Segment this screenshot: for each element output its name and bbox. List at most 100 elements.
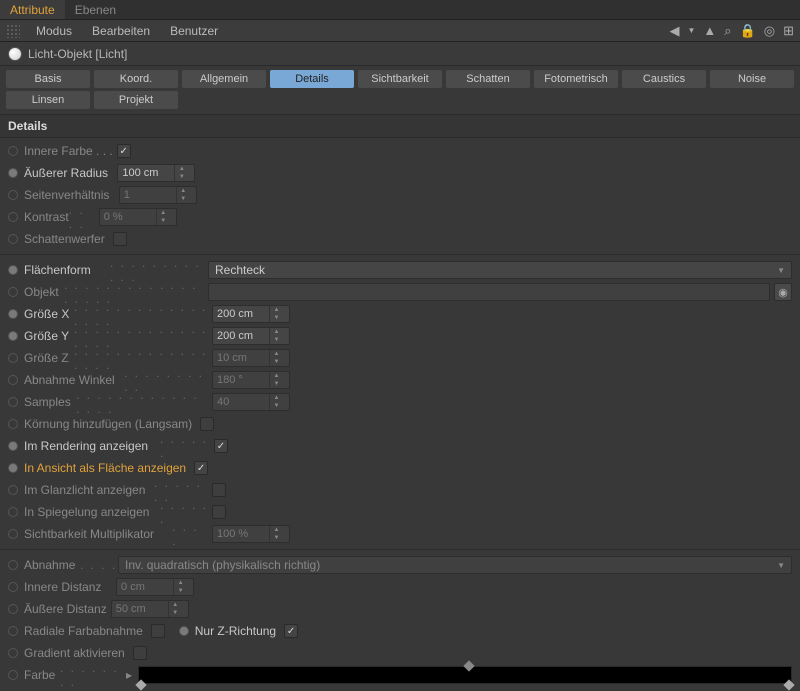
- input-grosse-y[interactable]: [213, 330, 269, 342]
- subtab-sichtbarkeit[interactable]: Sichtbarkeit: [358, 70, 442, 88]
- gradient-bar[interactable]: [138, 666, 792, 684]
- anim-bullet[interactable]: [8, 234, 18, 244]
- spinner-icon: ▲▼: [176, 187, 190, 203]
- anim-bullet[interactable]: [8, 146, 18, 156]
- subtab-koord[interactable]: Koord.: [94, 70, 178, 88]
- anim-bullet[interactable]: [8, 375, 18, 385]
- sub-tabs: Basis Koord. Allgemein Details Sichtbark…: [0, 66, 800, 114]
- anim-bullet[interactable]: [8, 212, 18, 222]
- subtab-linsen[interactable]: Linsen: [6, 91, 90, 109]
- menu-modus[interactable]: Modus: [26, 24, 82, 38]
- dropdown-abnahme-value: Inv. quadratisch (physikalisch richtig): [125, 558, 320, 572]
- anim-bullet[interactable]: [8, 265, 18, 275]
- label-schattenwerfer: Schattenwerfer: [24, 232, 105, 246]
- field-abnahme-winkel: ▲▼: [212, 371, 290, 389]
- subtab-allgemein[interactable]: Allgemein: [182, 70, 266, 88]
- back-icon[interactable]: ◀: [669, 23, 679, 39]
- anim-bullet[interactable]: [8, 626, 18, 636]
- anim-bullet[interactable]: [8, 287, 18, 297]
- checkbox-in-ansicht[interactable]: ✓: [194, 461, 208, 475]
- anim-bullet[interactable]: [8, 529, 18, 539]
- menu-bearbeiten[interactable]: Bearbeiten: [82, 24, 160, 38]
- spinner-icon[interactable]: ▲▼: [269, 306, 283, 322]
- input-innere-distanz: [117, 581, 173, 593]
- label-grosse-y: Größe Y: [24, 329, 74, 343]
- anim-bullet[interactable]: [8, 507, 18, 517]
- label-abnahme-winkel: Abnahme Winkel: [24, 373, 124, 387]
- lock-icon[interactable]: 🔒: [740, 23, 756, 39]
- field-grosse-y[interactable]: ▲▼: [212, 327, 290, 345]
- input-kontrast: [100, 211, 156, 223]
- anim-bullet[interactable]: [8, 397, 18, 407]
- label-flachenform: Flächenform: [24, 263, 110, 277]
- input-grosse-z: [213, 352, 269, 364]
- anim-bullet[interactable]: [8, 560, 18, 570]
- tab-attribute[interactable]: Attribute: [0, 0, 65, 19]
- anim-bullet[interactable]: [8, 582, 18, 592]
- field-objekt[interactable]: [208, 283, 770, 301]
- gradient-stop-left-icon[interactable]: [135, 679, 146, 690]
- menu-benutzer[interactable]: Benutzer: [160, 24, 228, 38]
- subtab-schatten[interactable]: Schatten: [446, 70, 530, 88]
- anim-bullet[interactable]: [8, 485, 18, 495]
- chevron-down-icon: ▼: [777, 266, 785, 275]
- gradient-stop-right-icon[interactable]: [783, 679, 794, 690]
- up-icon[interactable]: ▲: [703, 23, 716, 38]
- subtab-projekt[interactable]: Projekt: [94, 91, 178, 109]
- dropdown-flachenform[interactable]: Rechteck▼: [208, 261, 792, 279]
- anim-bullet[interactable]: [179, 626, 189, 636]
- subtab-details[interactable]: Details: [270, 70, 354, 88]
- spinner-icon: ▲▼: [269, 394, 283, 410]
- label-gradient: Gradient aktivieren: [24, 646, 125, 660]
- checkbox-in-spiegelung: [212, 505, 226, 519]
- checkbox-innere-farbe[interactable]: ✓: [117, 144, 131, 158]
- field-grosse-x[interactable]: ▲▼: [212, 305, 290, 323]
- spinner-icon: ▲▼: [269, 372, 283, 388]
- spinner-icon: ▲▼: [168, 601, 182, 617]
- anim-bullet[interactable]: [8, 309, 18, 319]
- anim-bullet[interactable]: [8, 331, 18, 341]
- label-innere-distanz: Innere Distanz: [24, 580, 101, 594]
- spinner-icon: ▲▼: [269, 526, 283, 542]
- anim-bullet[interactable]: [8, 419, 18, 429]
- subtab-noise[interactable]: Noise: [710, 70, 794, 88]
- input-ausserer-radius[interactable]: [118, 167, 174, 179]
- anim-bullet[interactable]: [8, 648, 18, 658]
- toolbar-icons: ◀ ▼ ▲ ⌕ 🔒 ◎ ⊞: [669, 23, 794, 39]
- dropdown-caret-icon[interactable]: ▼: [687, 26, 695, 35]
- row-innere-distanz: Innere Distanz ▲▼: [0, 576, 800, 598]
- picker-icon[interactable]: ◉: [774, 283, 792, 301]
- input-samples: [213, 396, 269, 408]
- checkbox-im-rendering[interactable]: ✓: [214, 439, 228, 453]
- field-ausserer-radius[interactable]: ▲▼: [117, 164, 195, 182]
- label-objekt: Objekt: [24, 285, 64, 299]
- subtab-fotometrisch[interactable]: Fotometrisch: [534, 70, 618, 88]
- light-icon: [8, 47, 22, 61]
- tab-ebenen[interactable]: Ebenen: [65, 0, 126, 19]
- anim-bullet[interactable]: [8, 604, 18, 614]
- row-farbe: Farbe . . . . . . . . ▸: [0, 664, 800, 686]
- subtab-caustics[interactable]: Caustics: [622, 70, 706, 88]
- spinner-icon[interactable]: ▲▼: [269, 328, 283, 344]
- anim-bullet[interactable]: [8, 463, 18, 473]
- input-grosse-x[interactable]: [213, 308, 269, 320]
- anim-bullet[interactable]: [8, 168, 18, 178]
- subtab-basis[interactable]: Basis: [6, 70, 90, 88]
- anim-bullet[interactable]: [8, 353, 18, 363]
- search-icon[interactable]: ⌕: [724, 23, 731, 39]
- target-icon[interactable]: ◎: [764, 23, 775, 39]
- anim-bullet[interactable]: [8, 441, 18, 451]
- checkbox-nur-z[interactable]: ✓: [284, 624, 298, 638]
- label-im-glanzlicht: Im Glanzlicht anzeigen: [24, 483, 154, 497]
- spinner-icon[interactable]: ▲▼: [174, 165, 188, 181]
- label-aussere-distanz: Äußere Distanz: [24, 602, 107, 616]
- anim-bullet[interactable]: [8, 670, 18, 680]
- label-in-spiegelung: In Spiegelung anzeigen: [24, 505, 160, 519]
- checkbox-schattenwerfer: [113, 232, 127, 246]
- label-grosse-z: Größe Z: [24, 351, 74, 365]
- new-icon[interactable]: ⊞: [783, 23, 794, 39]
- label-seitenverhaltnis: Seitenverhältnis: [24, 188, 109, 202]
- anim-bullet[interactable]: [8, 190, 18, 200]
- row-abnahme: Abnahme . . . . Inv. quadratisch (physik…: [0, 554, 800, 576]
- row-kontrast: Kontrast . . . . ▲▼: [0, 206, 800, 228]
